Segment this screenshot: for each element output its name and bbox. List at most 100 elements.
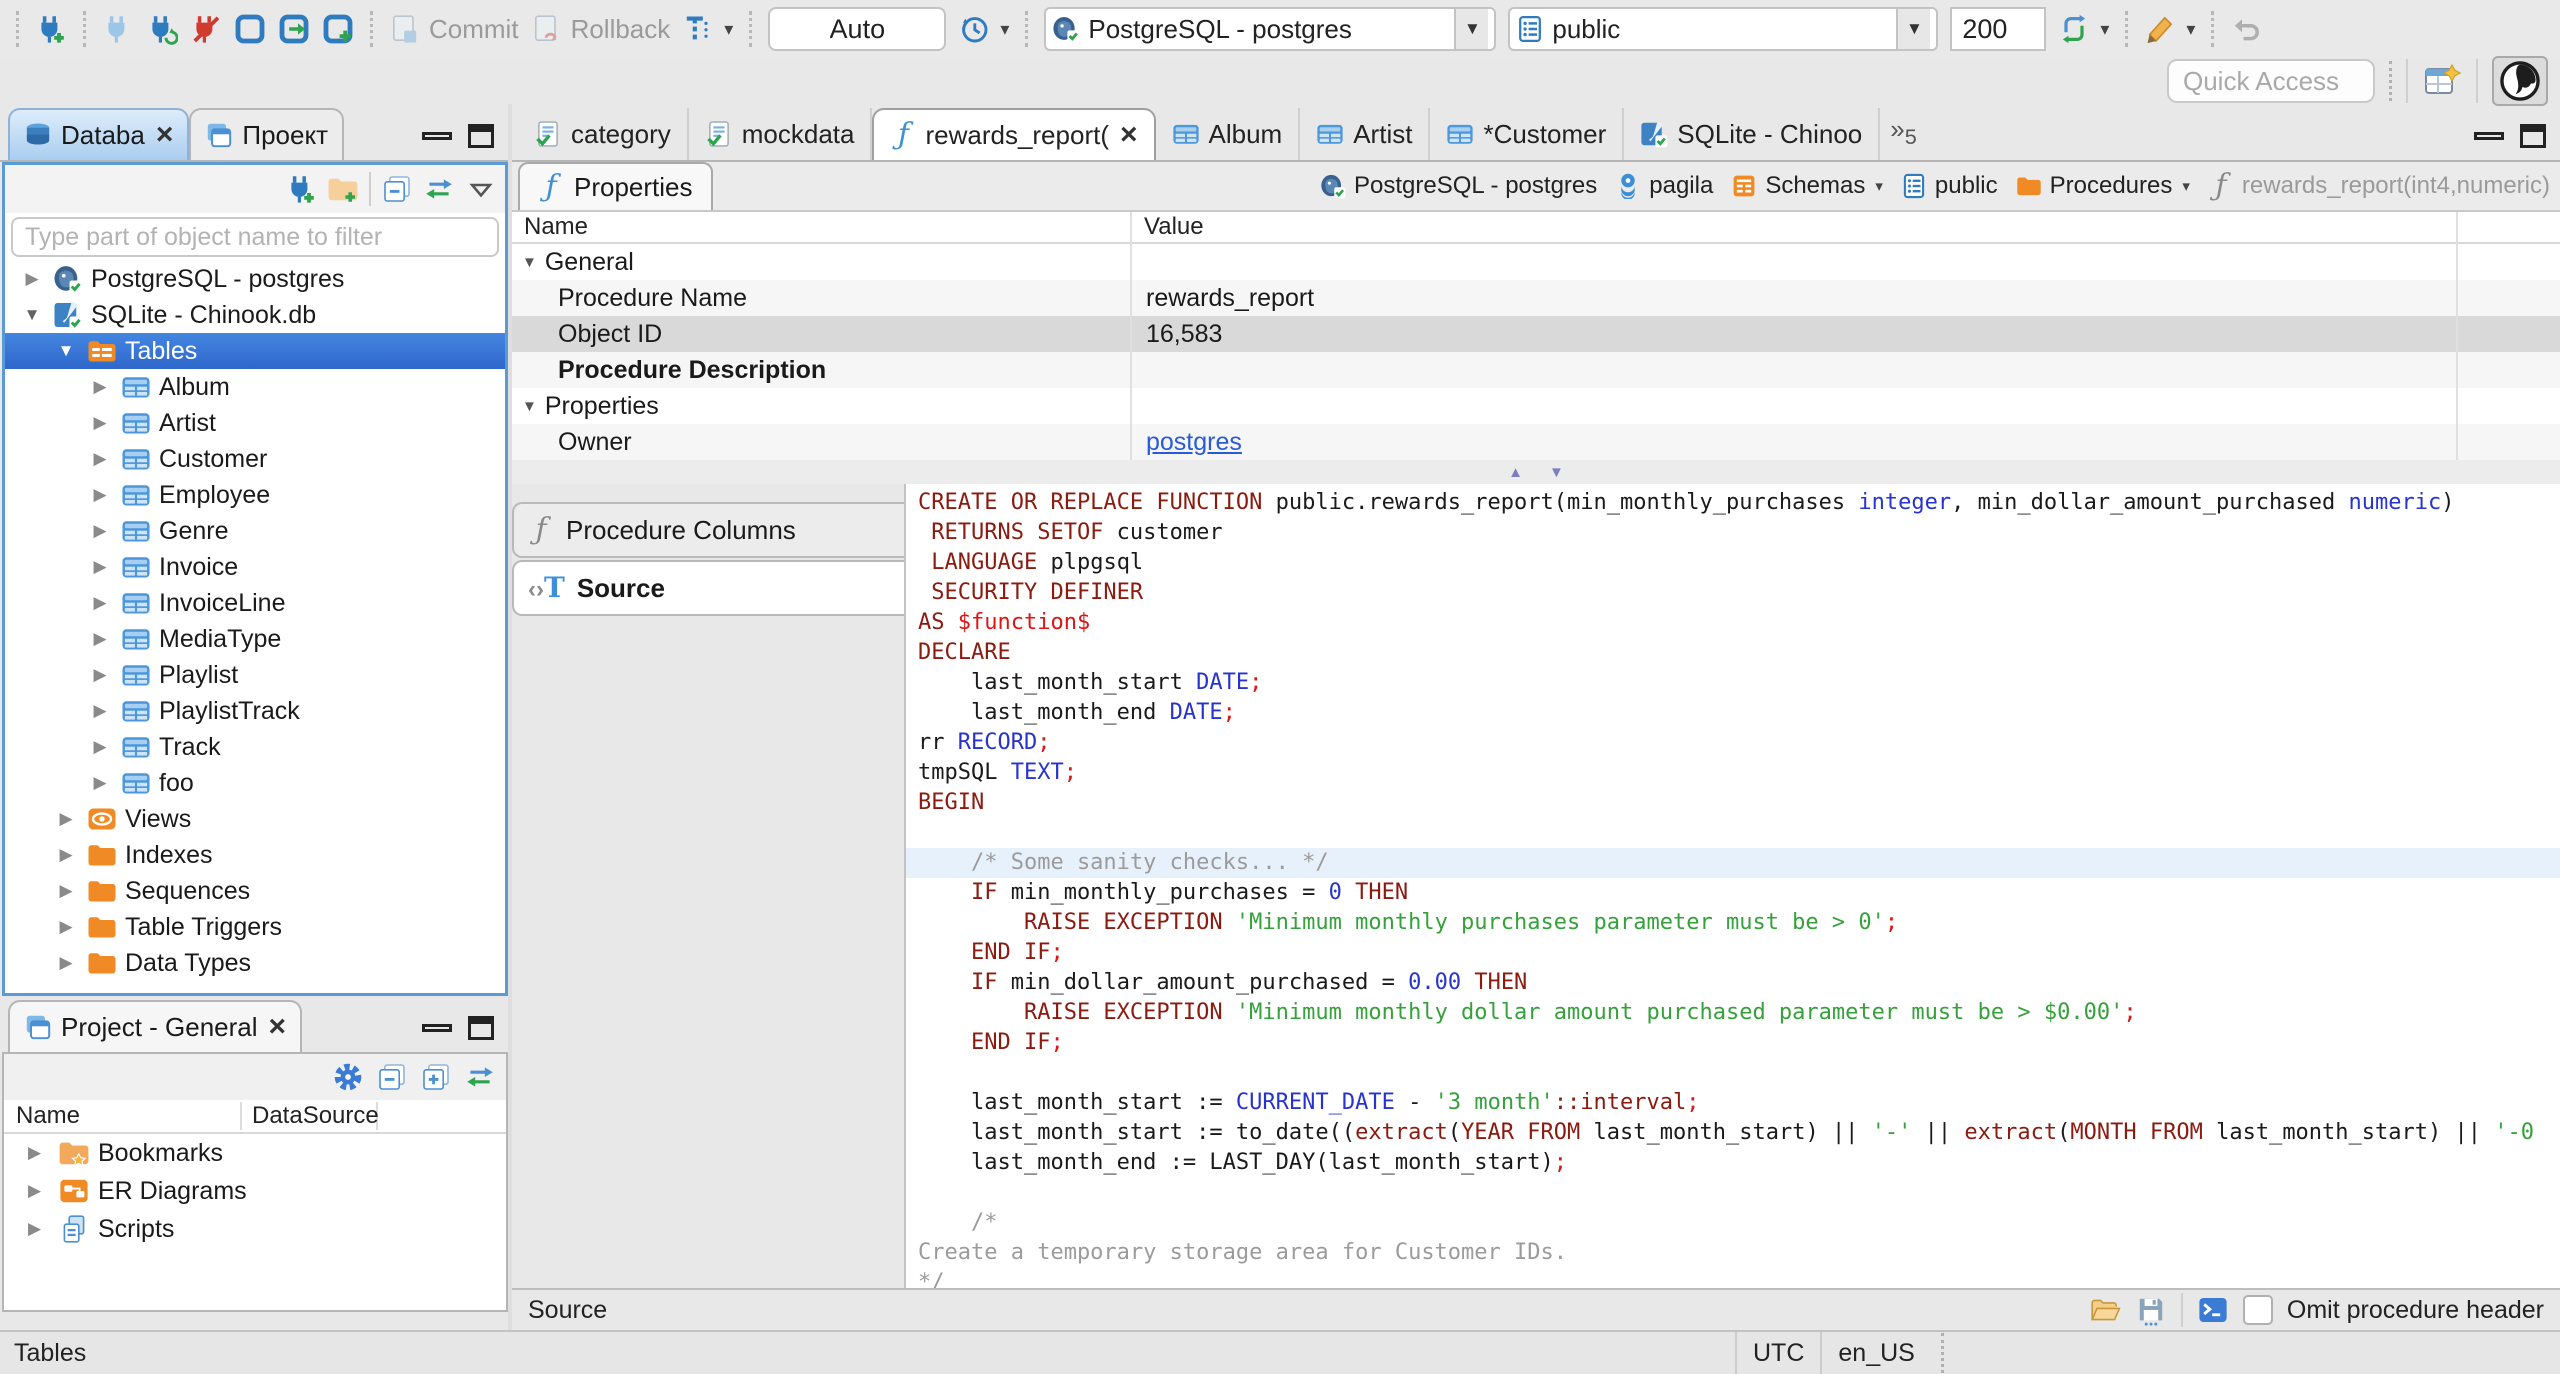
history-button[interactable]: ▾ xyxy=(958,13,1009,45)
property-row-procedure-name[interactable]: Procedure Name rewards_report xyxy=(512,280,2560,316)
expander-icon[interactable]: ▶ xyxy=(87,701,113,721)
undo-icon[interactable] xyxy=(2230,13,2262,45)
expander-icon[interactable]: ▶ xyxy=(87,413,113,433)
property-row-properties[interactable]: ▼ Properties xyxy=(512,388,2560,424)
maximize-icon[interactable] xyxy=(2520,124,2546,148)
property-row-general[interactable]: ▼ General xyxy=(512,244,2560,280)
project-item-scripts[interactable]: ▶ Scripts xyxy=(4,1210,506,1248)
horizontal-splitter[interactable]: ▲ ▼ xyxy=(512,460,2560,484)
open-sql-console-icon[interactable] xyxy=(278,13,310,45)
active-connection-combo[interactable]: PostgreSQL - postgres ▼ xyxy=(1044,7,1497,51)
expander-icon[interactable]: ▶ xyxy=(28,1181,50,1201)
tree-item-genre[interactable]: ▶ Genre xyxy=(5,513,505,549)
editor-tab-artist[interactable]: Artist xyxy=(1300,108,1431,160)
group-expander-icon[interactable]: ▼ xyxy=(522,398,537,415)
save-to-file-icon[interactable] xyxy=(2135,1294,2167,1326)
gear-icon[interactable] xyxy=(332,1061,364,1093)
tree-item-invoiceline[interactable]: ▶ InvoiceLine xyxy=(5,585,505,621)
tree-item-mediatype[interactable]: ▶ MediaType xyxy=(5,621,505,657)
tree-item-indexes[interactable]: ▶ Indexes xyxy=(5,837,505,873)
editor-tab-album[interactable]: Album xyxy=(1156,108,1301,160)
source-code-viewer[interactable]: CREATE OR REPLACE FUNCTION public.reward… xyxy=(906,484,2560,1288)
fetch-size-input[interactable] xyxy=(1950,7,2047,51)
tree-item-invoice[interactable]: ▶ Invoice xyxy=(5,549,505,585)
property-row-object-id[interactable]: Object ID 16,583 xyxy=(512,316,2560,352)
tree-item-track[interactable]: ▶ Track xyxy=(5,729,505,765)
disconnect-icon[interactable] xyxy=(190,13,222,45)
tree-item-sqlite-chinook-db[interactable]: ▼ SQLite - Chinook.db xyxy=(5,297,505,333)
property-row-owner[interactable]: Owner postgres xyxy=(512,424,2560,460)
expander-icon[interactable]: ▶ xyxy=(28,1219,50,1239)
reconnect-icon[interactable] xyxy=(146,13,178,45)
expander-icon[interactable]: ▶ xyxy=(87,557,113,577)
column-header-datasource[interactable]: DataSource xyxy=(242,1102,379,1130)
commit-mode-combo[interactable]: Auto xyxy=(768,7,947,51)
expander-icon[interactable]: ▶ xyxy=(87,665,113,685)
tree-item-artist[interactable]: ▶ Artist xyxy=(5,405,505,441)
breadcrumb-item-postgresql-postgres[interactable]: PostgreSQL - postgres xyxy=(1320,172,1597,200)
close-icon[interactable]: × xyxy=(156,120,174,150)
project-item-bookmarks[interactable]: ▶ Bookmarks xyxy=(4,1134,506,1172)
tree-item-postgresql-postgres[interactable]: ▶ PostgreSQL - postgres xyxy=(5,261,505,297)
breadcrumb-item-rewards-report-int4-numeric[interactable]: ƒ rewards_report(int4,numeric) xyxy=(2208,171,2550,201)
open-perspective-icon[interactable] xyxy=(2422,61,2462,101)
expander-icon[interactable]: ▶ xyxy=(53,953,79,973)
tree-item-tables[interactable]: ▼ Tables xyxy=(5,333,505,369)
object-filter-input[interactable] xyxy=(11,217,499,257)
link-with-editor-icon[interactable] xyxy=(423,173,455,205)
sync-button[interactable]: ▾ xyxy=(2058,13,2109,45)
commit-button[interactable]: Commit xyxy=(389,13,519,45)
tab-project[interactable]: Проект xyxy=(189,108,345,160)
editor-tab-rewards-report[interactable]: ƒ rewards_report(× xyxy=(872,108,1156,160)
expander-icon[interactable]: ▶ xyxy=(87,485,113,505)
tree-item-sequences[interactable]: ▶ Sequences xyxy=(5,873,505,909)
editor-tab-customer[interactable]: *Customer xyxy=(1430,108,1625,160)
tree-item-table-triggers[interactable]: ▶ Table Triggers xyxy=(5,909,505,945)
collapse-down-icon[interactable]: ▼ xyxy=(1549,464,1564,481)
project-item-er-diagrams[interactable]: ▶ ER Diagrams xyxy=(4,1172,506,1210)
load-from-file-icon[interactable] xyxy=(2089,1294,2121,1326)
quick-access-input[interactable] xyxy=(2167,59,2375,103)
omit-procedure-header-checkbox[interactable] xyxy=(2242,1295,2273,1325)
minimize-icon[interactable] xyxy=(422,1024,452,1032)
schema-combo-dropdown[interactable]: ▼ xyxy=(1896,9,1931,49)
close-icon[interactable]: × xyxy=(269,1012,287,1042)
side-tab-source[interactable]: ‹›T Source xyxy=(512,560,904,616)
collapse-all-icon[interactable] xyxy=(376,1061,408,1093)
collapse-up-icon[interactable]: ▲ xyxy=(1508,464,1523,481)
connection-combo-dropdown[interactable]: ▼ xyxy=(1454,9,1489,49)
rollback-button[interactable]: Rollback xyxy=(531,13,670,45)
column-divider[interactable] xyxy=(1130,212,1132,460)
editor-tab-sqlite-chinoo[interactable]: SQLite - Chinoo xyxy=(1624,108,1881,160)
expander-icon[interactable]: ▶ xyxy=(87,377,113,397)
breadcrumb-item-public[interactable]: public xyxy=(1901,172,1998,200)
column-header-value[interactable]: Value xyxy=(1130,213,1204,241)
dbeaver-perspective-button[interactable] xyxy=(2492,56,2548,106)
close-icon[interactable]: × xyxy=(1120,120,1138,150)
connect-icon[interactable] xyxy=(102,13,134,45)
editor-tab-category[interactable]: category xyxy=(518,108,689,160)
breadcrumb-item-schemas[interactable]: Schemas ▾ xyxy=(1731,172,1883,200)
breadcrumb-item-pagila[interactable]: pagila xyxy=(1615,172,1713,200)
expander-icon[interactable]: ▶ xyxy=(53,845,79,865)
column-divider[interactable] xyxy=(2456,212,2458,460)
dropdown-arrow-icon[interactable]: ▾ xyxy=(2182,177,2190,195)
compare-button[interactable]: ▾ xyxy=(2144,13,2195,45)
link-with-editor-icon[interactable] xyxy=(464,1061,496,1093)
new-connection-icon[interactable] xyxy=(35,13,67,45)
minimize-icon[interactable] xyxy=(422,132,452,140)
expander-icon[interactable]: ▼ xyxy=(19,305,45,325)
group-expander-icon[interactable]: ▼ xyxy=(522,254,537,271)
expander-icon[interactable]: ▶ xyxy=(53,917,79,937)
expander-icon[interactable]: ▶ xyxy=(87,521,113,541)
transaction-log-button[interactable]: ▾ xyxy=(682,13,733,45)
expander-icon[interactable]: ▼ xyxy=(53,341,79,361)
expander-icon[interactable]: ▶ xyxy=(53,881,79,901)
sql-editor-icon[interactable] xyxy=(234,13,266,45)
tree-item-customer[interactable]: ▶ Customer xyxy=(5,441,505,477)
expander-icon[interactable]: ▶ xyxy=(28,1143,50,1163)
expander-icon[interactable]: ▶ xyxy=(87,737,113,757)
tree-item-foo[interactable]: ▶ foo xyxy=(5,765,505,801)
dropdown-arrow-icon[interactable]: ▾ xyxy=(1875,177,1883,195)
tree-item-data-types[interactable]: ▶ Data Types xyxy=(5,945,505,981)
